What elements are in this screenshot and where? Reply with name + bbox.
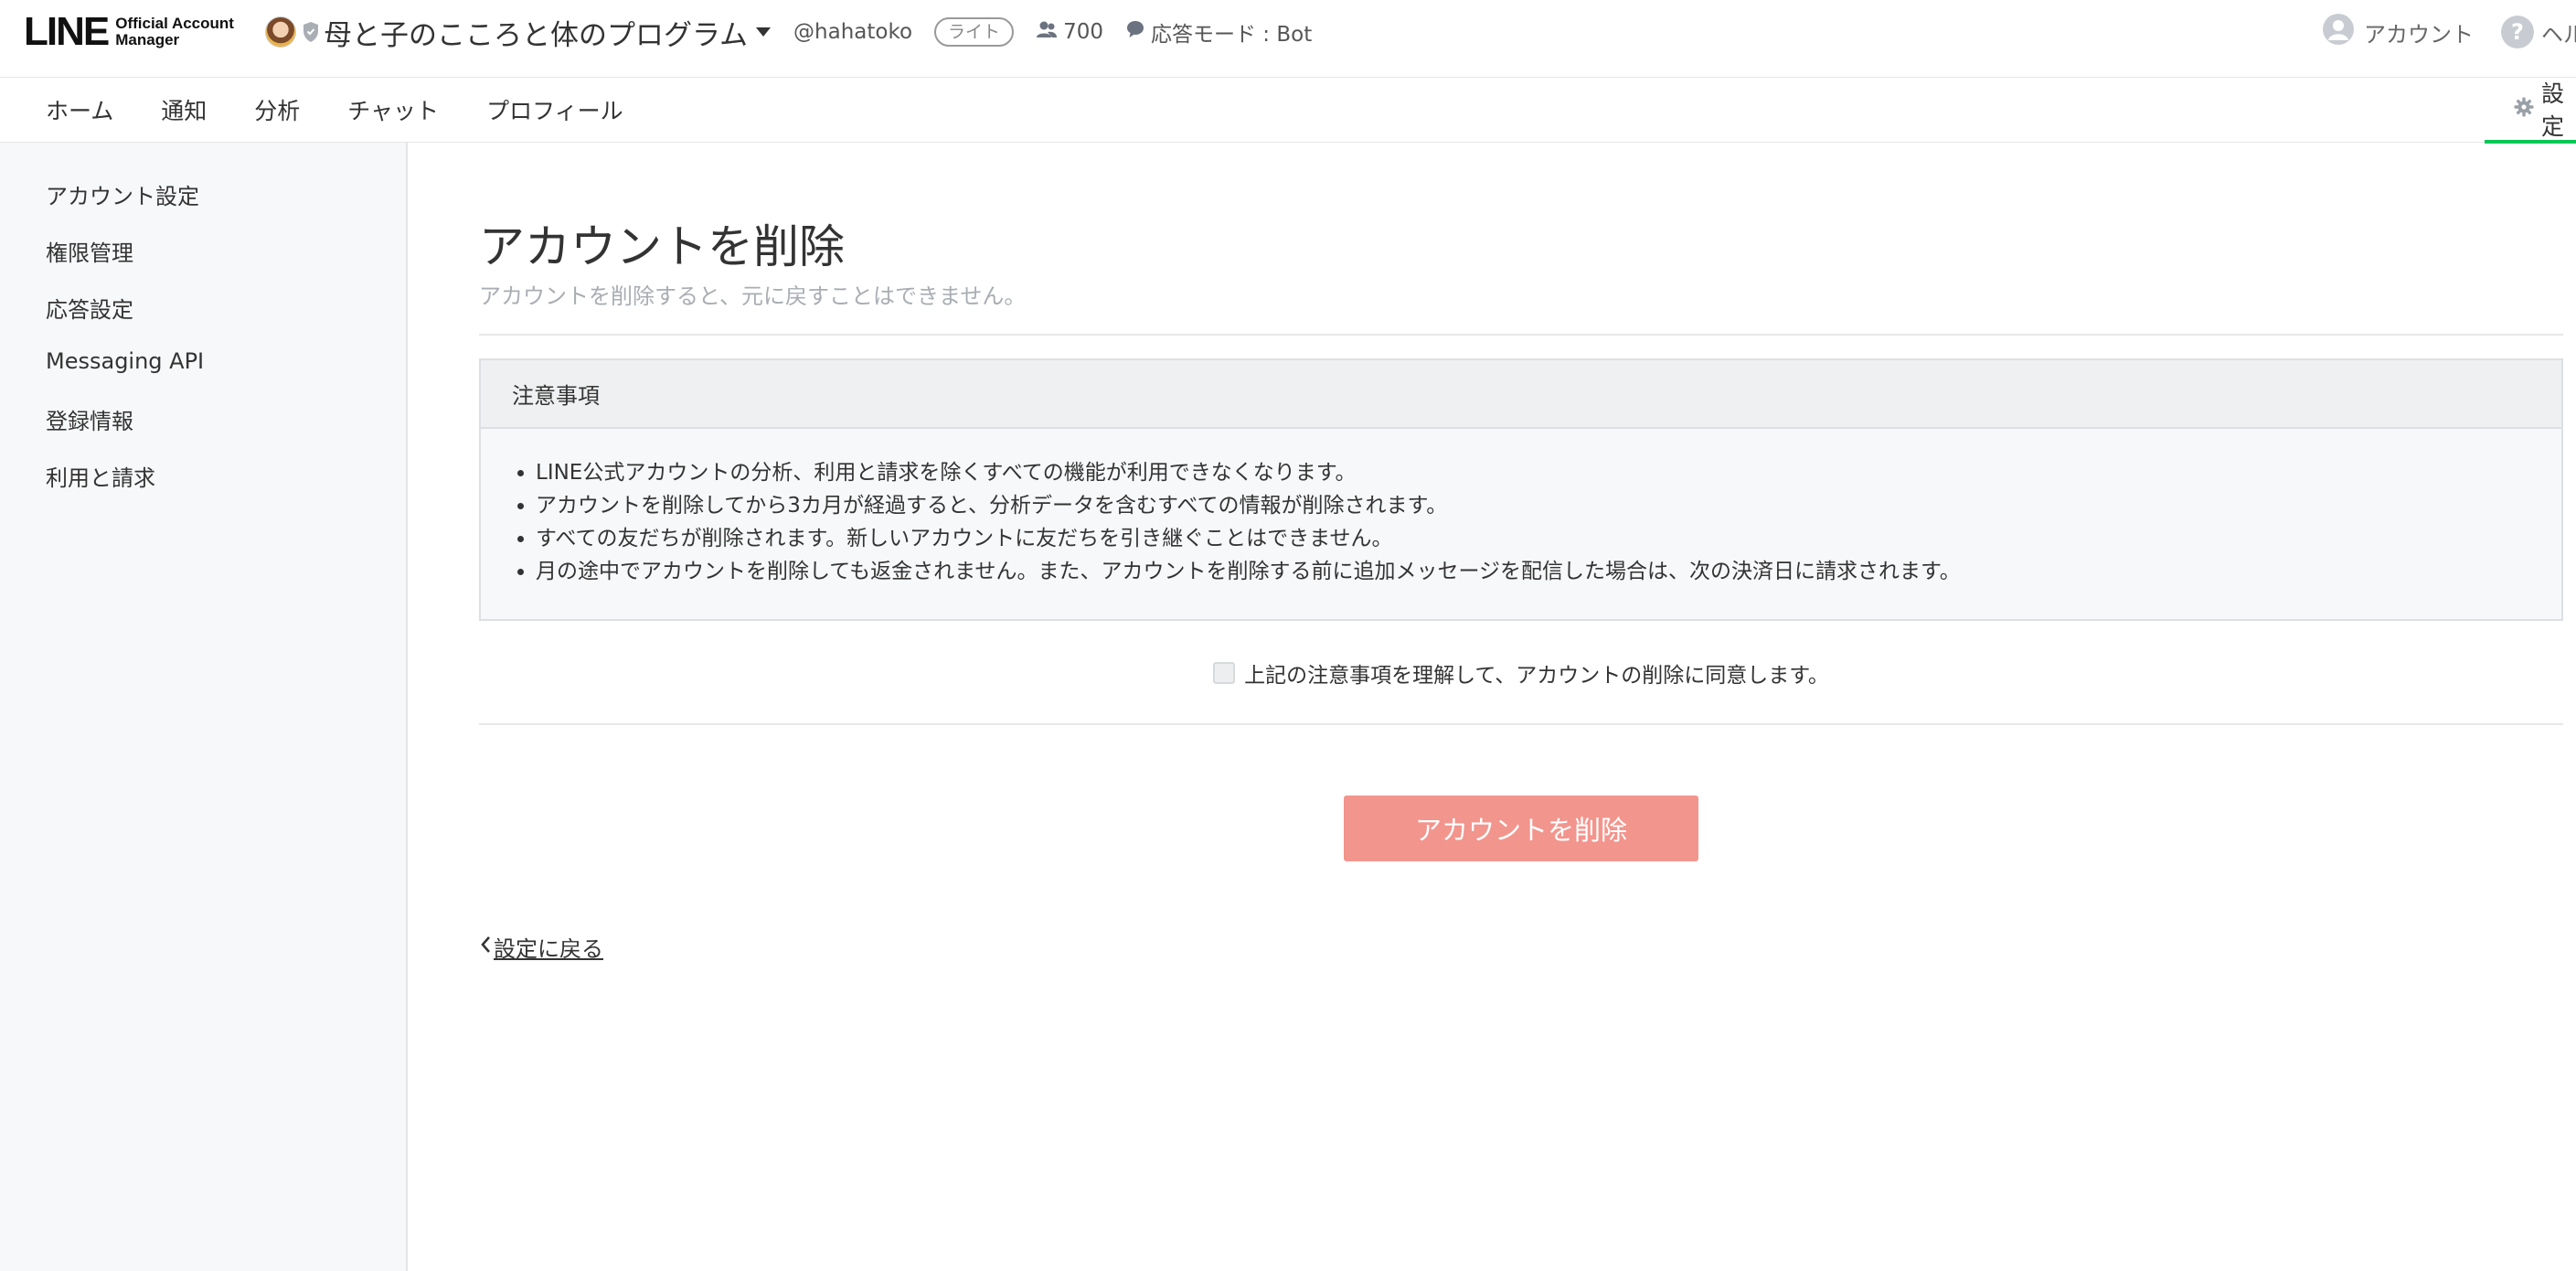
- tab-profile[interactable]: プロフィール: [486, 93, 623, 126]
- notice-item: アカウントを削除してから3カ月が経過すると、分析データを含むすべての情報が削除さ…: [536, 489, 2561, 522]
- tab-home[interactable]: ホーム: [46, 93, 113, 126]
- account-avatar[interactable]: [264, 16, 296, 48]
- plan-badge: ライト: [934, 17, 1015, 47]
- tab-settings-label: 設定: [2541, 80, 2565, 140]
- delete-account-button[interactable]: アカウントを削除: [1344, 796, 1698, 861]
- user-avatar-icon: [2322, 13, 2355, 51]
- sidebar-item-response-settings[interactable]: 応答設定: [46, 292, 133, 324]
- caret-down-icon[interactable]: [755, 27, 772, 37]
- response-mode-label: 応答モード : Bot: [1150, 23, 1313, 47]
- notice-list: LINE公式アカウントの分析、利用と請求を除くすべての機能が利用できなくなります…: [481, 429, 2561, 588]
- line-oa-manager-logo[interactable]: LINE Official Account Manager: [24, 12, 234, 52]
- tab-analytics[interactable]: 分析: [254, 93, 300, 126]
- logo-text: LINE: [24, 9, 110, 54]
- sidebar-item-permissions[interactable]: 権限管理: [46, 235, 133, 267]
- friends-count-value: 700: [1063, 20, 1103, 44]
- back-link-label: 設定に戻る: [494, 936, 603, 962]
- help-menu-label: ヘル: [2541, 21, 2576, 48]
- notice-item: LINE公式アカウントの分析、利用と請求を除くすべての機能が利用できなくなります…: [536, 456, 2561, 489]
- logo-subtitle-line1: Official Account: [115, 15, 234, 32]
- sidebar-item-messaging-api[interactable]: Messaging API: [46, 348, 204, 374]
- divider: [479, 723, 2563, 725]
- back-to-settings-link[interactable]: 設定に戻る: [479, 931, 603, 963]
- help-menu[interactable]: ? ヘル: [2501, 16, 2576, 48]
- tab-settings[interactable]: 設定: [2485, 78, 2576, 144]
- tab-chat[interactable]: チャット: [347, 93, 439, 126]
- chevron-left-icon: [479, 935, 492, 960]
- agree-checkbox-row[interactable]: 上記の注意事項を理解して、アカウントの削除に同意します。: [479, 657, 2563, 689]
- logo-subtitle-line2: Manager: [115, 31, 180, 48]
- friends-icon: [1036, 20, 1058, 44]
- chat-bubble-icon: [1125, 19, 1145, 45]
- help-icon: ?: [2501, 16, 2534, 48]
- account-menu[interactable]: アカウント: [2322, 13, 2474, 51]
- notice-title: 注意事項: [481, 360, 2561, 429]
- tab-notifications[interactable]: 通知: [161, 93, 207, 126]
- account-name[interactable]: 母と子のこころと体のプログラム: [324, 12, 748, 53]
- sidebar-item-account-settings[interactable]: アカウント設定: [46, 178, 199, 210]
- notice-box: 注意事項 LINE公式アカウントの分析、利用と請求を除くすべての機能が利用できな…: [479, 358, 2563, 621]
- main-nav: ホーム 通知 分析 チャット プロフィール 設定: [0, 77, 2576, 144]
- account-menu-label: アカウント: [2364, 21, 2474, 48]
- shield-icon: [302, 21, 320, 43]
- notice-item: 月の途中でアカウントを削除しても返金されません。また、アカウントを削除する前に追…: [536, 555, 2561, 588]
- agree-checkbox[interactable]: [1213, 662, 1236, 684]
- notice-item: すべての友だちが削除されます。新しいアカウントに友だちを引き継ぐことはできません…: [536, 522, 2561, 555]
- friends-count: 700: [1036, 20, 1103, 44]
- sidebar-item-registration-info[interactable]: 登録情報: [46, 403, 133, 435]
- gear-icon: [2514, 96, 2534, 123]
- settings-sidebar: アカウント設定 権限管理 応答設定 Messaging API 登録情報 利用と…: [0, 143, 408, 1271]
- top-header: LINE Official Account Manager 母と子のこころと体の…: [0, 0, 2576, 64]
- divider: [479, 334, 2563, 336]
- page-subtitle: アカウントを削除すると、元に戻すことはできません。: [479, 283, 1027, 309]
- page-title: アカウントを削除: [479, 220, 845, 273]
- agree-label[interactable]: 上記の注意事項を理解して、アカウントの削除に同意します。: [1244, 657, 1829, 689]
- header-right: アカウント ? ヘル: [2322, 0, 2576, 64]
- response-mode[interactable]: 応答モード : Bot: [1125, 16, 1312, 48]
- logo-subtitle: Official Account Manager: [115, 16, 234, 48]
- account-id: @hahatoko: [793, 20, 913, 44]
- sidebar-item-usage-billing[interactable]: 利用と請求: [46, 460, 155, 492]
